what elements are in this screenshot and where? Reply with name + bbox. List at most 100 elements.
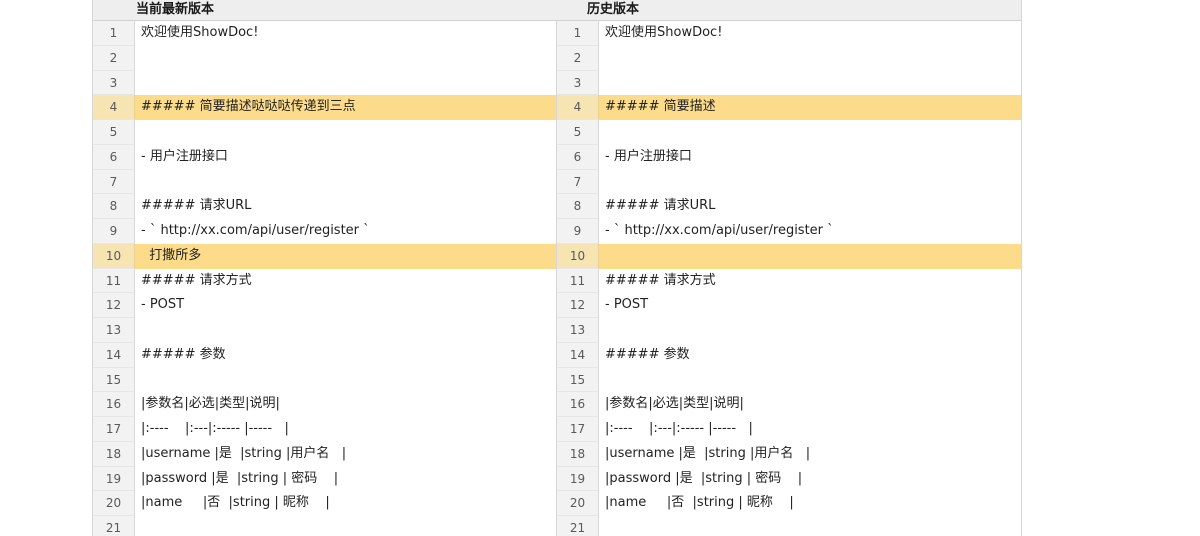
line-text: 打撒所多	[135, 243, 556, 269]
line-text: ##### 简要描述哒哒哒传递到三点	[135, 95, 556, 120]
history-code-line: 8 ##### 请求URL	[557, 194, 1021, 219]
line-number: 16	[557, 392, 599, 417]
current-code-line: 14 ##### 参数	[93, 342, 556, 368]
current-version-pane[interactable]: 1 欢迎使用ShowDoc! 2 3 4 ##### 简要描述哒哒哒传递到三点 5 6 - 用户…	[93, 21, 557, 536]
line-number: 4	[557, 95, 599, 120]
current-version-title: 当前最新版本	[136, 2, 215, 17]
line-number: 1	[93, 21, 135, 46]
line-number: 17	[93, 417, 135, 442]
line-text: ##### 简要描述	[599, 95, 1021, 120]
line-text: - ` http://xx.com/api/user/register `	[141, 223, 370, 238]
line-text: - POST	[605, 297, 649, 313]
history-code-line: 5	[557, 120, 1021, 145]
history-code-line: 14 ##### 参数	[557, 342, 1021, 368]
history-code-line: 4 ##### 简要描述	[557, 95, 1021, 120]
line-number: 21	[93, 516, 135, 536]
line-number: 2	[93, 45, 135, 71]
line-number: 7	[557, 169, 599, 195]
line-number: 14	[93, 342, 135, 368]
line-text	[135, 368, 556, 393]
line-number: 19	[557, 466, 599, 492]
current-code-line: 4 ##### 简要描述哒哒哒传递到三点	[93, 95, 556, 120]
line-number: 7	[93, 169, 135, 195]
line-text: |password |是 |string | 密码 |	[141, 470, 339, 486]
history-code-line: 3	[557, 70, 1021, 96]
line-text: ##### 参数	[141, 346, 226, 362]
history-code-line: 2	[557, 45, 1021, 71]
history-code-line: 21	[557, 516, 1021, 536]
current-code-line: 13	[93, 318, 556, 343]
history-code-line: 1 欢迎使用ShowDoc!	[557, 21, 1021, 46]
line-number: 21	[557, 516, 599, 536]
current-code-line: 3	[93, 70, 556, 96]
current-code-line: 7	[93, 169, 556, 195]
line-number: 18	[93, 441, 135, 467]
history-code-line: 11 ##### 请求方式	[557, 268, 1021, 294]
line-number: 6	[93, 144, 135, 170]
line-number: 5	[93, 120, 135, 145]
line-number: 3	[557, 70, 599, 96]
line-text: ##### 参数	[605, 346, 690, 362]
current-code-line: 8 ##### 请求URL	[93, 194, 556, 219]
line-number: 12	[557, 293, 599, 318]
line-number: 14	[557, 342, 599, 368]
current-code-line: 21	[93, 516, 556, 536]
history-version-title: 历史版本	[587, 2, 640, 17]
current-code-line: 17 |:---- |:---|:----- |----- |	[93, 417, 556, 442]
line-number: 8	[93, 194, 135, 219]
history-code-line: 9 - ` http://xx.com/api/user/register `	[557, 219, 1021, 244]
line-text: |username |是 |string |用户名 |	[605, 445, 811, 461]
line-number: 3	[93, 70, 135, 96]
line-number: 17	[557, 417, 599, 442]
line-text	[599, 516, 1021, 536]
history-code-line: 10	[557, 243, 1021, 269]
line-text: |password |是 |string | 密码 |	[605, 470, 803, 486]
line-text: 欢迎使用ShowDoc!	[141, 25, 259, 40]
current-code-line: 20 |name |否 |string | 昵称 |	[93, 491, 556, 516]
line-text: - 用户注册接口	[141, 148, 228, 164]
line-text	[135, 46, 556, 71]
line-number: 18	[557, 441, 599, 467]
line-number: 20	[557, 491, 599, 516]
line-text: ##### 请求方式	[141, 272, 252, 288]
line-text	[599, 243, 1021, 269]
current-code-line: 6 - 用户注册接口	[93, 144, 556, 170]
line-text: ##### 请求URL	[605, 198, 716, 214]
line-number: 10	[93, 243, 135, 269]
line-text: |参数名|必选|类型|说明|	[605, 396, 744, 412]
line-text: - POST	[141, 297, 185, 313]
line-text	[599, 120, 1021, 145]
line-number: 13	[93, 318, 135, 343]
current-code-line: 16 |参数名|必选|类型|说明|	[93, 392, 556, 417]
history-code-line: 19 |password |是 |string | 密码 |	[557, 466, 1021, 492]
line-text: ##### 请求方式	[605, 272, 716, 288]
line-text	[135, 170, 556, 195]
history-version-pane[interactable]: 1 欢迎使用ShowDoc! 2 3 4 ##### 简要描述 5 6 - 用户注册接口 7 8 ##…	[557, 21, 1021, 536]
line-number: 15	[557, 367, 599, 393]
line-number: 9	[93, 219, 135, 244]
line-number: 6	[557, 144, 599, 170]
line-text	[599, 71, 1021, 96]
line-number: 10	[557, 243, 599, 269]
history-code-line: 20 |name |否 |string | 昵称 |	[557, 491, 1021, 516]
line-number: 9	[557, 219, 599, 244]
line-text: 欢迎使用ShowDoc!	[605, 25, 723, 40]
current-code-line: 11 ##### 请求方式	[93, 268, 556, 294]
line-text	[135, 120, 556, 145]
line-number: 8	[557, 194, 599, 219]
line-text	[599, 170, 1021, 195]
diff-header: 当前最新版本 历史版本	[93, 0, 1021, 21]
history-code-line: 7	[557, 169, 1021, 195]
line-number: 4	[93, 95, 135, 120]
current-code-line: 10 打撒所多	[93, 243, 556, 269]
history-code-line: 17 |:---- |:---|:----- |----- |	[557, 417, 1021, 442]
line-text	[599, 46, 1021, 71]
current-code-line: 19 |password |是 |string | 密码 |	[93, 466, 556, 492]
line-text	[135, 516, 556, 536]
line-text: |name |否 |string | 昵称 |	[605, 495, 794, 511]
history-code-line: 6 - 用户注册接口	[557, 144, 1021, 170]
line-number: 12	[93, 293, 135, 318]
current-code-line: 12 - POST	[93, 293, 556, 318]
history-code-line: 12 - POST	[557, 293, 1021, 318]
line-text: - ` http://xx.com/api/user/register `	[605, 223, 834, 238]
